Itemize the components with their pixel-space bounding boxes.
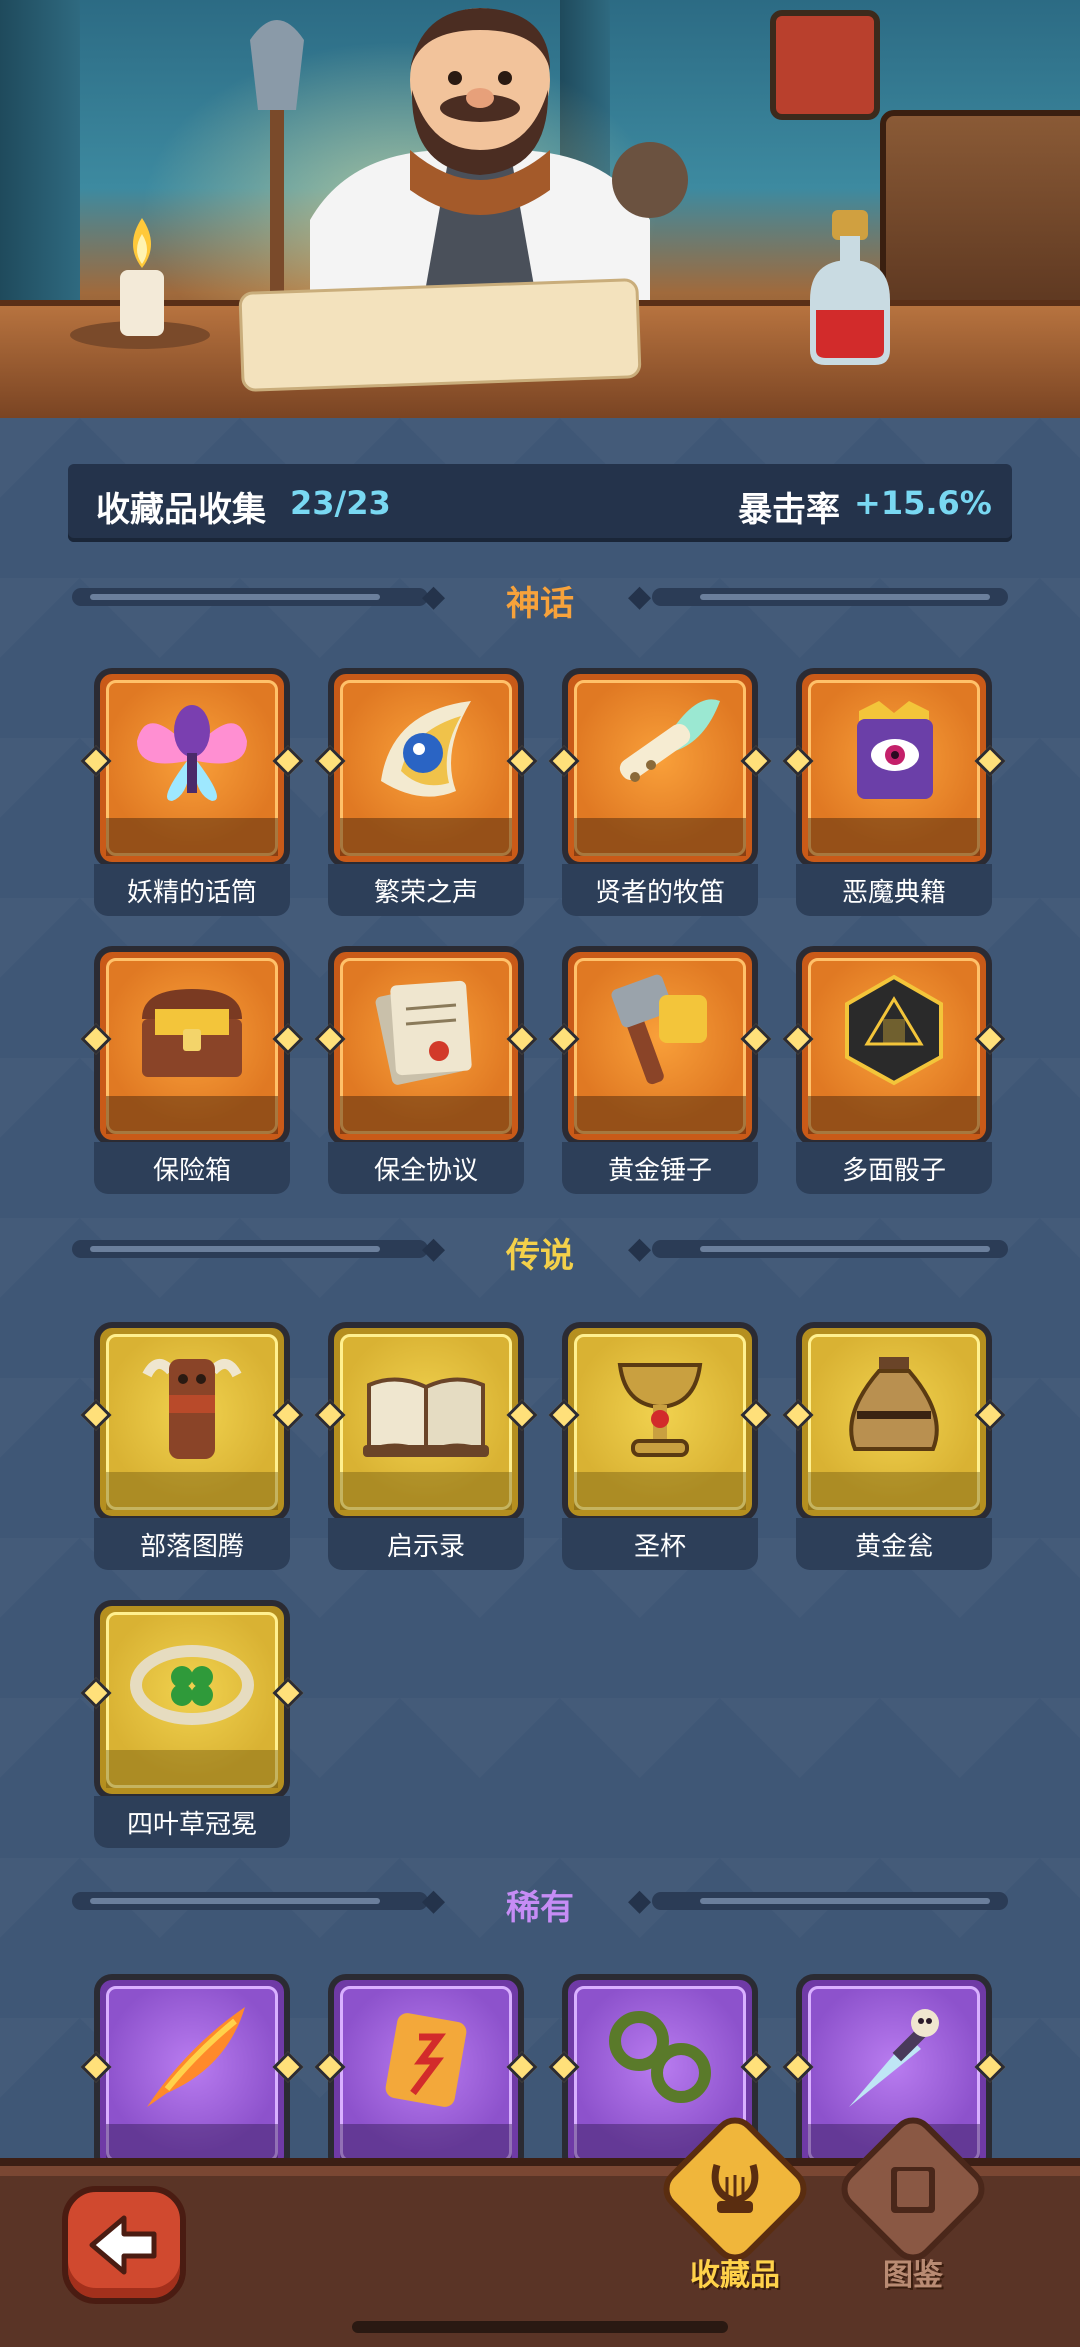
collectible-card[interactable]: 20 ★★★★ 部落图腾 — [80, 1322, 304, 1570]
treasure-map — [238, 278, 642, 392]
polyhedral-dice-icon — [824, 964, 964, 1094]
potion-bottle-icon — [810, 210, 890, 365]
item-name: 启示录 — [328, 1518, 524, 1570]
item-name: 贤者的牧笛 — [562, 864, 758, 916]
tab-label: 收藏品 — [690, 2258, 780, 2293]
divider-bar — [72, 588, 428, 606]
collectible-card[interactable]: 20 ★★★ 保全协议 — [314, 946, 538, 1194]
item-name: 部落图腾 — [94, 1518, 290, 1570]
phoenix-feather-icon — [122, 1992, 262, 2122]
home-indicator[interactable] — [352, 2321, 728, 2333]
item-name: 繁荣之声 — [328, 864, 524, 916]
golden-urn-icon — [824, 1340, 964, 1470]
wooden-chest-decoration — [880, 110, 1080, 330]
collection-title: 收藏品收集 — [96, 490, 266, 530]
holy-grail-icon — [590, 1340, 730, 1470]
collectible-card[interactable]: 20 ★★★ 多面骰子 — [782, 946, 1006, 1194]
clover-crown-icon — [122, 1618, 262, 1748]
item-name: 保全协议 — [328, 1142, 524, 1194]
shopkeeper-character — [250, 8, 688, 320]
collectible-card[interactable]: 15 ★★★ 四叶草冠冕 — [80, 1600, 304, 1848]
collectible-card[interactable]: 20 ★★ 黄金锤子 — [548, 946, 772, 1194]
fairy-microphone-icon — [122, 686, 262, 816]
golden-hammer-icon — [590, 964, 730, 1094]
crit-rate-label: 暴击率 — [738, 490, 840, 530]
demon-tome-icon — [824, 686, 964, 816]
sage-flute-icon — [590, 686, 730, 816]
candle-icon — [70, 218, 210, 349]
divider-bar — [652, 1892, 1008, 1910]
divider-bar — [652, 588, 1008, 606]
item-name: 妖精的话筒 — [94, 864, 290, 916]
item-name: 圣杯 — [562, 1518, 758, 1570]
divider-bar — [72, 1892, 428, 1910]
hero-banner — [0, 0, 1080, 418]
treasure-chest-icon — [122, 964, 262, 1094]
vine-ring-icon — [590, 1992, 730, 2122]
item-name: 黄金瓮 — [796, 1518, 992, 1570]
open-book-icon — [356, 1340, 496, 1470]
crit-rate-value: +15.6% — [854, 484, 992, 522]
collectible-card[interactable]: 17 ★★★★ 黄金瓮 — [782, 1322, 1006, 1570]
bottom-navigation: 收藏品 图鉴 — [0, 2108, 1080, 2347]
section-header-legendary: ◆ 传说 ◆ — [72, 1228, 1008, 1284]
section-title-mythic: 神话 — [506, 584, 574, 624]
section-header-mythic: ◆ 神话 ◆ — [72, 576, 1008, 632]
divider-bar — [652, 1240, 1008, 1258]
skull-dagger-icon — [824, 1992, 964, 2122]
item-name: 黄金锤子 — [562, 1142, 758, 1194]
item-name: 四叶草冠冕 — [94, 1796, 290, 1848]
collectible-card[interactable]: 11 ★★★ 恶魔典籍 — [782, 668, 1006, 916]
item-name: 恶魔典籍 — [796, 864, 992, 916]
book-icon — [878, 2154, 948, 2224]
divider-bar — [72, 1240, 428, 1258]
item-name: 保险箱 — [94, 1142, 290, 1194]
contract-scroll-icon — [356, 964, 496, 1094]
collectible-card[interactable]: 20 ★★★★ 圣杯 — [548, 1322, 772, 1570]
collectible-card[interactable]: 11 ★★★ 繁荣之声 — [314, 668, 538, 916]
section-title-rare: 稀有 — [506, 1888, 574, 1928]
tab-label: 图鉴 — [883, 2258, 943, 2293]
item-name: 多面骰子 — [796, 1142, 992, 1194]
wall-totem-decoration — [770, 10, 880, 120]
collectible-card[interactable]: 20 ★★★ 保险箱 — [80, 946, 304, 1194]
tab-codex[interactable]: 图鉴 — [832, 2108, 994, 2302]
back-arrow-icon — [89, 2215, 157, 2275]
collection-panel: 收藏品收集 23/23 暴击率 +15.6% ◆ 神话 ◆ 14 ★★★ 妖精的… — [0, 418, 1080, 2218]
lyre-icon — [700, 2154, 770, 2224]
tribal-totem-icon — [122, 1340, 262, 1470]
collection-count: 23/23 — [290, 484, 391, 522]
prosperity-horn-icon — [356, 686, 496, 816]
tab-collection[interactable]: 收藏品 — [654, 2108, 816, 2302]
diamond-icon: ◆ — [422, 579, 446, 614]
diamond-icon: ◆ — [422, 1883, 446, 1918]
section-title-legendary: 传说 — [506, 1236, 574, 1276]
section-header-rare: ◆ 稀有 ◆ — [72, 1880, 1008, 1936]
rune-stone-icon — [356, 1992, 496, 2122]
collectible-card[interactable]: 14 ★★★ 妖精的话筒 — [80, 668, 304, 916]
back-button[interactable] — [62, 2186, 186, 2304]
collectible-card[interactable]: 20 ★★★★ 启示录 — [314, 1322, 538, 1570]
diamond-icon: ◆ — [422, 1231, 446, 1266]
collection-stats-bar: 收藏品收集 23/23 暴击率 +15.6% — [68, 464, 1012, 542]
collectible-card[interactable]: 11 ★★ 贤者的牧笛 — [548, 668, 772, 916]
